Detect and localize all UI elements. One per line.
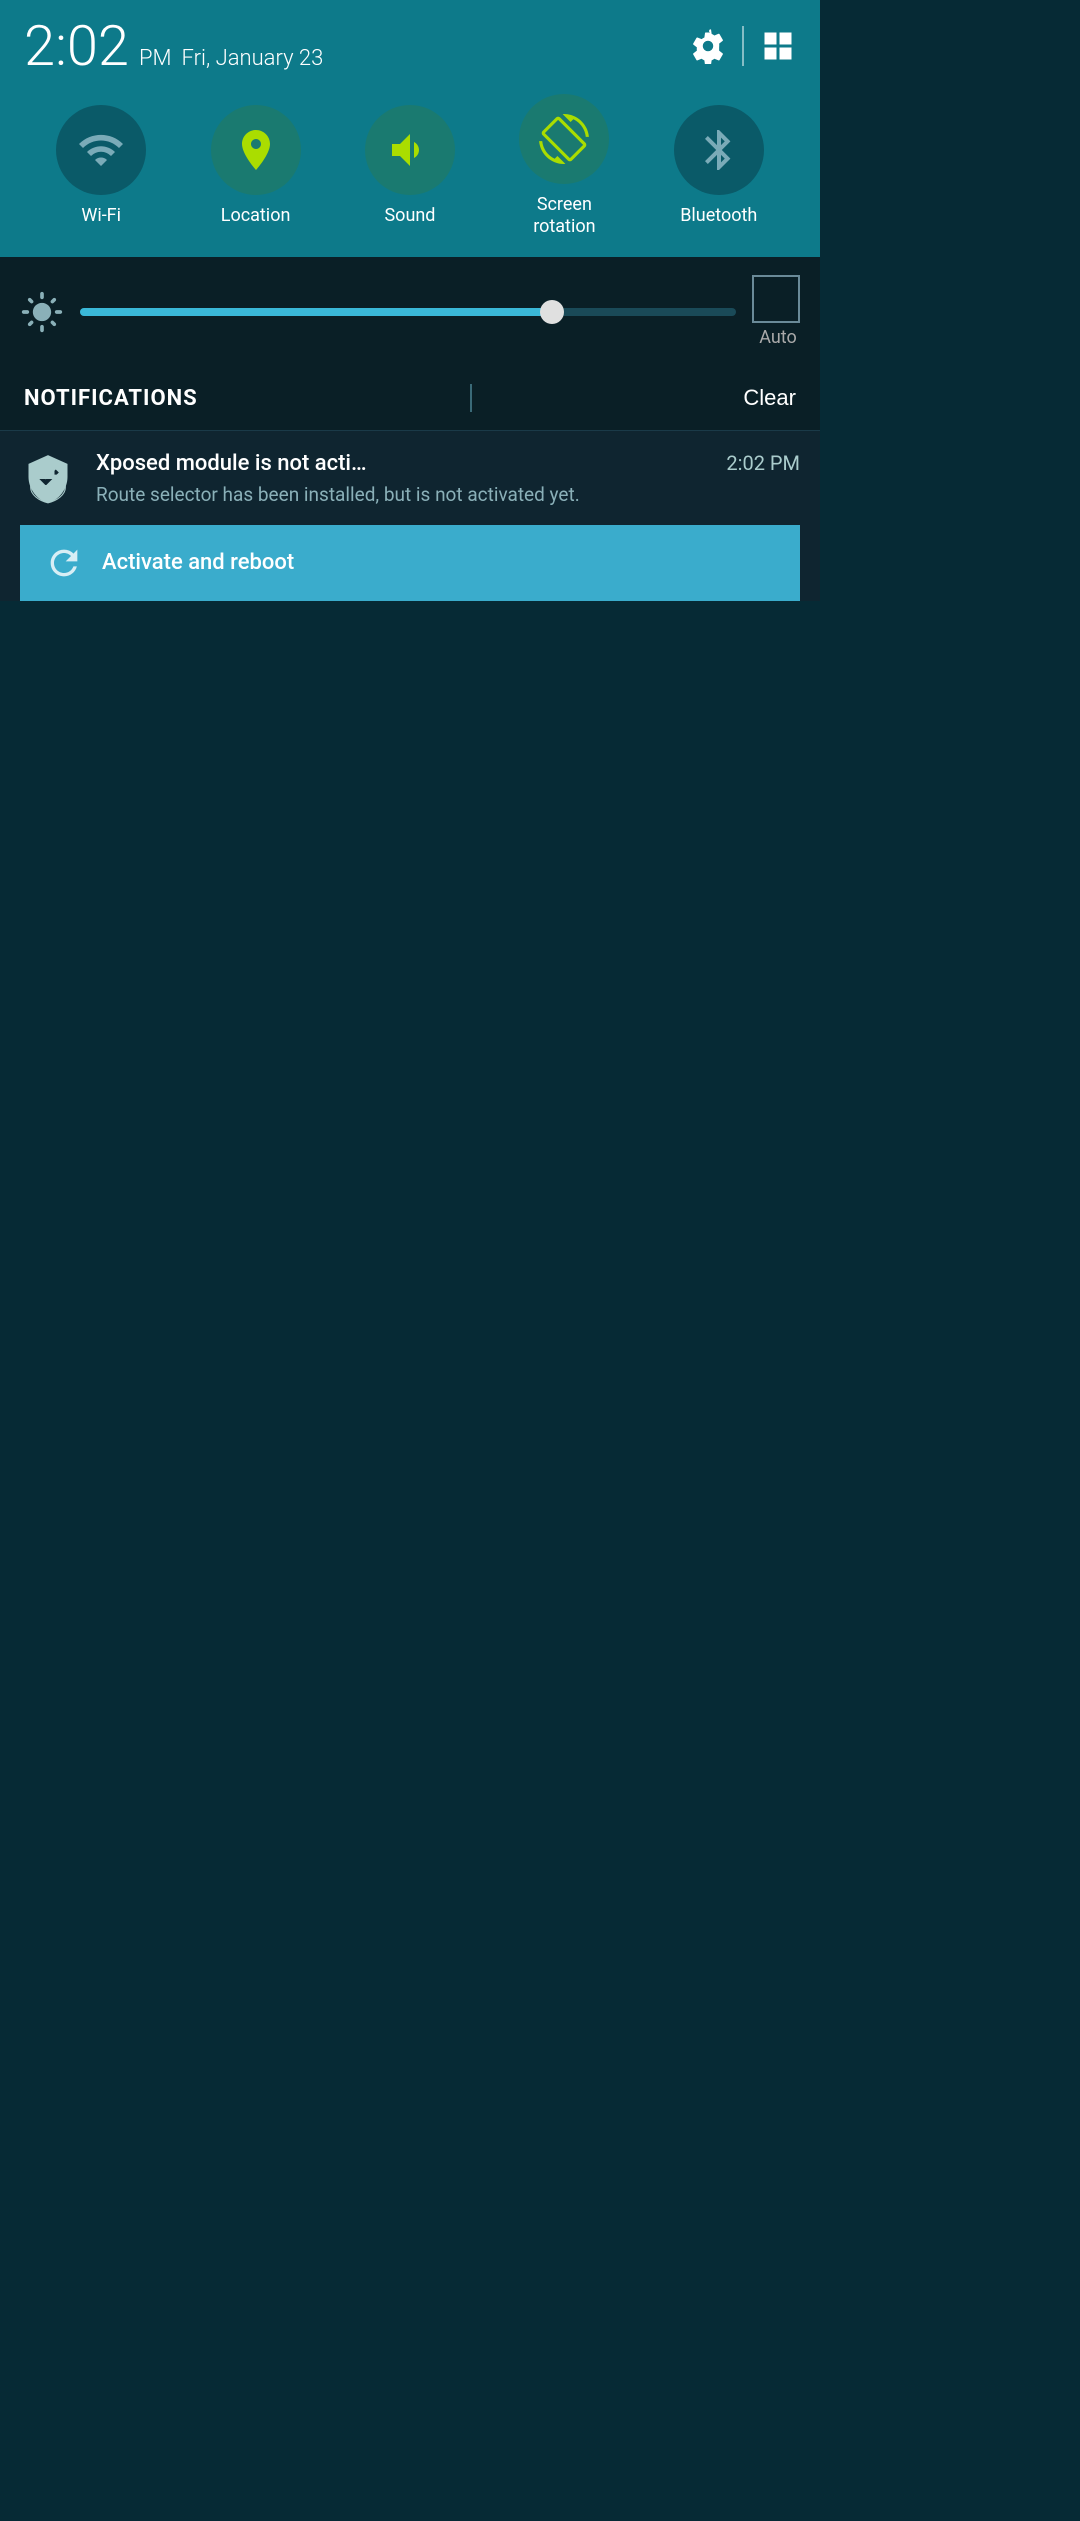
sound-icon — [386, 126, 434, 174]
clock-time: 2:02 — [24, 18, 129, 74]
date-label: Fri, January 23 — [182, 46, 324, 71]
toggle-bluetooth[interactable]: Bluetooth — [674, 105, 764, 227]
notification-title: Xposed module is not acti… — [96, 451, 476, 476]
toggle-screen-rotation-label: Screen rotation — [533, 194, 595, 237]
activate-reboot-button[interactable]: Activate and reboot — [20, 525, 800, 601]
auto-brightness-box[interactable] — [752, 275, 800, 323]
notifications-header-divider — [470, 384, 472, 412]
brightness-row: Auto — [0, 257, 820, 366]
screen-rotation-icon — [539, 114, 589, 164]
toggle-location-label: Location — [221, 205, 291, 227]
time-section: 2:02 PM Fri, January 23 — [24, 18, 323, 74]
brightness-thumb[interactable] — [540, 300, 564, 324]
status-bar: 2:02 PM Fri, January 23 Wi-Fi — [0, 0, 820, 257]
toggle-sound-label: Sound — [384, 205, 435, 227]
toggle-bluetooth-circle[interactable] — [674, 105, 764, 195]
toggle-sound-circle[interactable] — [365, 105, 455, 195]
bottom-area — [0, 601, 820, 2521]
notification-text-block: Xposed module is not acti… 2:02 PM Route… — [96, 451, 800, 509]
toggle-screen-rotation-circle[interactable] — [519, 94, 609, 184]
auto-brightness-col: Auto — [752, 275, 800, 348]
brightness-fill — [80, 308, 552, 316]
settings-icon[interactable] — [690, 28, 726, 64]
toggle-wifi-circle[interactable] — [56, 105, 146, 195]
xposed-icon — [22, 453, 74, 505]
reboot-icon — [44, 543, 84, 583]
toggle-wifi[interactable]: Wi-Fi — [56, 105, 146, 227]
notification-body: Route selector has been installed, but i… — [96, 483, 580, 506]
brightness-slider[interactable] — [80, 308, 736, 316]
toggle-location-circle[interactable] — [211, 105, 301, 195]
notification-card[interactable]: Xposed module is not acti… 2:02 PM Route… — [0, 431, 820, 601]
toggle-screen-rotation[interactable]: Screen rotation — [519, 94, 609, 237]
notifications-title: NOTIFICATIONS — [24, 386, 198, 411]
toggle-wifi-label: Wi-Fi — [81, 205, 121, 227]
toggle-sound[interactable]: Sound — [365, 105, 455, 227]
status-divider — [742, 26, 744, 66]
notification-app-icon — [20, 451, 76, 507]
notification-area: Xposed module is not acti… 2:02 PM Route… — [0, 431, 820, 601]
auto-brightness-label: Auto — [759, 327, 797, 348]
brightness-icon — [20, 290, 64, 334]
clock-ampm: PM — [139, 46, 172, 71]
notification-time: 2:02 PM — [726, 451, 800, 475]
action-label: Activate and reboot — [102, 550, 294, 575]
status-icons — [690, 26, 796, 66]
location-icon — [232, 126, 280, 174]
grid-icon[interactable] — [760, 28, 796, 64]
clear-button[interactable]: Clear — [743, 385, 796, 411]
notifications-header: NOTIFICATIONS Clear — [0, 366, 820, 431]
toggle-bluetooth-label: Bluetooth — [680, 205, 757, 227]
quick-toggles: Wi-Fi Location Sound — [24, 84, 796, 257]
toggle-location[interactable]: Location — [211, 105, 301, 227]
wifi-icon — [77, 126, 125, 174]
bluetooth-icon — [695, 126, 743, 174]
